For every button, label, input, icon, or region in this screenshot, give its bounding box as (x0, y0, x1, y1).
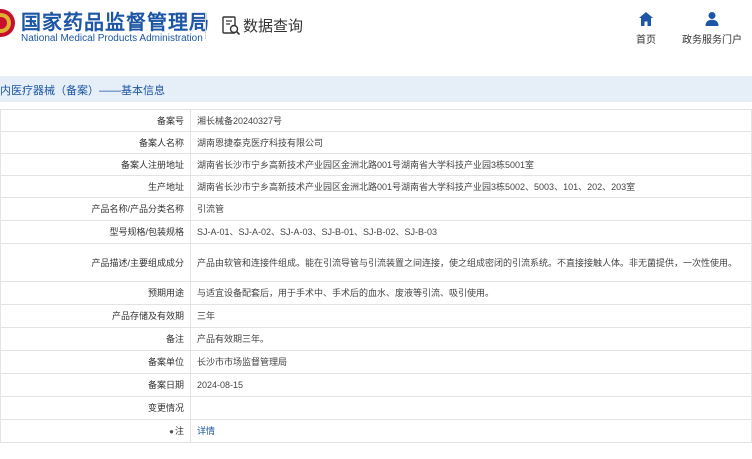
nav-government-portal[interactable]: 政务服务门户 (680, 11, 744, 46)
field-value: 详情 (190, 419, 752, 443)
field-label: 变更情况 (0, 396, 191, 420)
field-label: 备案单位 (0, 350, 191, 374)
table-row: 型号规格/包装规格 SJ-A-01、SJ-A-02、SJ-A-03、SJ-B-0… (0, 220, 752, 244)
document-search-icon (222, 16, 241, 36)
field-label: 备注 (0, 327, 191, 351)
brand-name-en[interactable]: National Medical Products Administration (21, 33, 203, 44)
table-row: 备案日期 2024-08-15 (0, 373, 752, 397)
field-label: 产品描述/主要组成成分 (0, 243, 191, 282)
field-label: 备案人名称 (0, 131, 191, 154)
table-row: 产品存储及有效期 三年 (0, 304, 752, 328)
field-label: 预期用途 (0, 281, 191, 305)
field-label: 型号规格/包装规格 (0, 220, 191, 244)
nav-home-label: 首页 (636, 35, 656, 46)
home-icon (639, 12, 653, 26)
table-row: 备注 产品有效期三年。 (0, 327, 752, 351)
table-row: 备案单位 长沙市市场监督管理局 (0, 350, 752, 374)
field-label: 产品存储及有效期 (0, 304, 191, 328)
table-row: 产品描述/主要组成成分 产品由软管和连接件组成。能在引流导管与引流装置之间连接，… (0, 243, 752, 282)
field-value: 引流管 (190, 197, 752, 221)
field-value: 产品有效期三年。 (190, 327, 752, 351)
brand-name-cn[interactable]: 国家药品监督管理局 (21, 6, 210, 35)
record-detail-table: 备案号 湘长械备20240327号 备案人名称 湖南恩捷泰克医疗科技有限公司 备… (0, 109, 752, 443)
field-value: SJ-A-01、SJ-A-02、SJ-A-03、SJ-B-01、SJ-B-02、… (190, 220, 752, 244)
field-value: 湖南恩捷泰克医疗科技有限公司 (190, 131, 752, 154)
nav-home[interactable]: 首页 (628, 11, 664, 46)
nmpa-emblem-icon (0, 9, 15, 37)
field-label: 备案人注册地址 (0, 153, 191, 176)
field-label: 生产地址 (0, 175, 191, 198)
table-row: 备案号 湘长械备20240327号 (0, 109, 752, 132)
user-icon (705, 12, 719, 26)
page-title: 数据查询 (243, 18, 304, 35)
header-divider (205, 13, 206, 39)
field-label: 产品名称/产品分类名称 (0, 197, 191, 221)
field-value: 与适宜设备配套后，用于手术中、手术后的血水、废液等引流、吸引使用。 (190, 281, 752, 305)
field-value: 三年 (190, 304, 752, 328)
table-row: 产品名称/产品分类名称 引流管 (0, 197, 752, 221)
nav-government-portal-label: 政务服务门户 (682, 35, 742, 46)
field-value: 2024-08-15 (190, 373, 752, 397)
table-row: 生产地址 湖南省长沙市宁乡高新技术产业园区金洲北路001号湖南省大学科技产业园3… (0, 175, 752, 198)
section-title: 内医疗器械（备案）——基本信息 (0, 85, 165, 97)
field-value: 产品由软管和连接件组成。能在引流导管与引流装置之间连接，使之组成密闭的引流系统。… (190, 243, 752, 282)
field-value: 湖南省长沙市宁乡高新技术产业园区金洲北路001号湖南省大学科技产业园3栋5002… (190, 175, 752, 198)
details-link[interactable]: 详情 (197, 426, 215, 436)
table-row: 备案人名称 湖南恩捷泰克医疗科技有限公司 (0, 131, 752, 154)
section-header: 内医疗器械（备案）——基本信息 (0, 76, 752, 102)
field-value: 湘长械备20240327号 (190, 109, 752, 132)
table-row: 变更情况 (0, 396, 752, 420)
field-label: 备案日期 (0, 373, 191, 397)
field-value (190, 396, 752, 420)
field-label-text: 注 (174, 425, 184, 436)
site-header: 国家药品监督管理局 National Medical Products Admi… (0, 0, 752, 66)
table-row: ●注 详情 (0, 419, 752, 443)
field-value: 长沙市市场监督管理局 (190, 350, 752, 374)
field-label: 备案号 (0, 109, 191, 132)
bullet-icon: ● (169, 426, 174, 436)
field-label: ●注 (0, 419, 191, 443)
field-value: 湖南省长沙市宁乡高新技术产业园区金洲北路001号湖南省大学科技产业园3栋5001… (190, 153, 752, 176)
table-row: 预期用途 与适宜设备配套后，用于手术中、手术后的血水、废液等引流、吸引使用。 (0, 281, 752, 305)
table-row: 备案人注册地址 湖南省长沙市宁乡高新技术产业园区金洲北路001号湖南省大学科技产… (0, 153, 752, 176)
